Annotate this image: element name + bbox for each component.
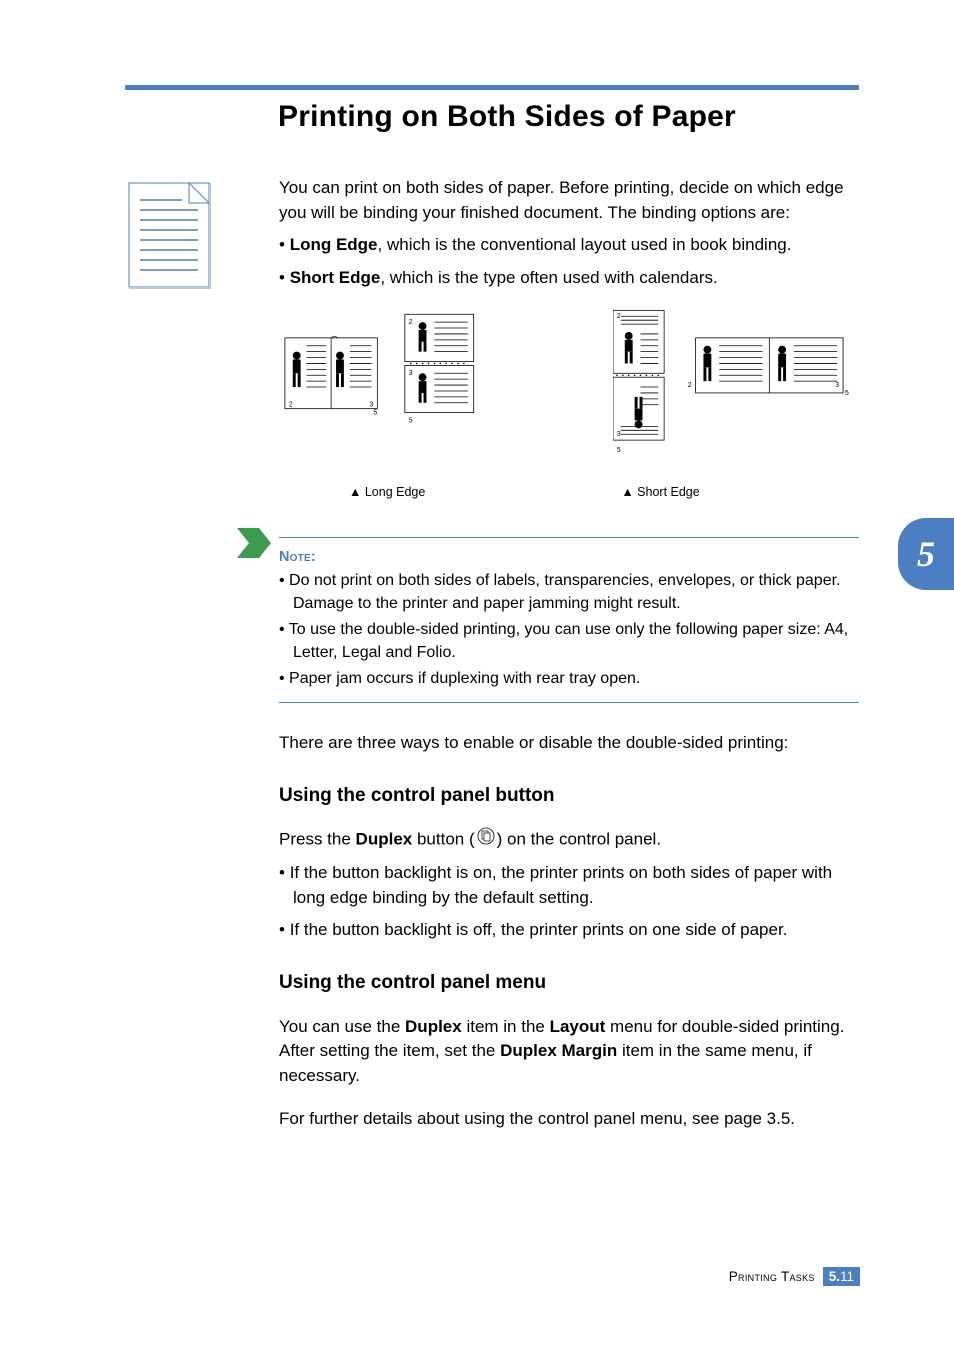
duplex-page-icon bbox=[126, 180, 212, 290]
binding-diagrams: 2 3 5 2 bbox=[279, 309, 859, 469]
duplex-button-icon bbox=[477, 827, 495, 853]
note-block: Note: Do not print on both sides of labe… bbox=[279, 537, 859, 704]
short-edge-item: Short Edge, which is the type often used… bbox=[279, 266, 859, 291]
svg-text:5: 5 bbox=[409, 417, 413, 424]
long-edge-diagram: 2 3 5 2 bbox=[279, 309, 503, 469]
svg-text:5: 5 bbox=[845, 389, 849, 396]
footer-page-box: 5.11 bbox=[823, 1267, 860, 1286]
svg-text:5: 5 bbox=[373, 409, 377, 416]
subhead-control-panel-button: Using the control panel button bbox=[279, 782, 859, 810]
subhead-control-panel-menu: Using the control panel menu bbox=[279, 969, 859, 997]
cpb-list: If the button backlight is on, the print… bbox=[279, 861, 859, 943]
cpb-item: If the button backlight is on, the print… bbox=[279, 861, 859, 910]
note-item: Do not print on both sides of labels, tr… bbox=[279, 570, 859, 615]
svg-text:3: 3 bbox=[409, 370, 413, 377]
short-edge-caption: ▲ Short Edge bbox=[621, 483, 699, 501]
chapter-tab: 5 bbox=[898, 518, 954, 590]
note-heading: Note: bbox=[279, 549, 316, 565]
svg-text:3: 3 bbox=[369, 401, 373, 408]
svg-text:2: 2 bbox=[289, 401, 293, 408]
three-ways-paragraph: There are three ways to enable or disabl… bbox=[279, 731, 859, 756]
svg-text:3: 3 bbox=[835, 382, 839, 389]
svg-text:5: 5 bbox=[617, 446, 621, 453]
short-edge-diagram: 2 bbox=[613, 309, 859, 469]
page-title: Printing on Both Sides of Paper bbox=[278, 100, 736, 134]
note-item: To use the double-sided printing, you ca… bbox=[279, 619, 859, 664]
page-footer: Printing Tasks 5.11 bbox=[729, 1267, 860, 1286]
footer-section: Printing Tasks bbox=[729, 1269, 815, 1284]
cpm-paragraph-2: For further details about using the cont… bbox=[279, 1107, 859, 1132]
intro-paragraph: You can print on both sides of paper. Be… bbox=[279, 176, 859, 225]
long-edge-item: Long Edge, which is the conventional lay… bbox=[279, 233, 859, 258]
note-item: Paper jam occurs if duplexing with rear … bbox=[279, 668, 859, 690]
binding-options-list: Long Edge, which is the conventional lay… bbox=[279, 233, 859, 290]
svg-text:3: 3 bbox=[617, 431, 621, 438]
cpm-paragraph-1: You can use the Duplex item in the Layou… bbox=[279, 1015, 859, 1089]
press-duplex-line: Press the Duplex button () on the contro… bbox=[279, 827, 859, 853]
note-arrow-icon bbox=[237, 528, 271, 558]
top-rule bbox=[125, 85, 859, 90]
cpb-item: If the button backlight is off, the prin… bbox=[279, 918, 859, 943]
svg-text:2: 2 bbox=[617, 313, 621, 320]
long-edge-caption: ▲ Long Edge bbox=[349, 483, 425, 501]
svg-text:2: 2 bbox=[409, 319, 413, 326]
svg-text:2: 2 bbox=[688, 382, 692, 389]
